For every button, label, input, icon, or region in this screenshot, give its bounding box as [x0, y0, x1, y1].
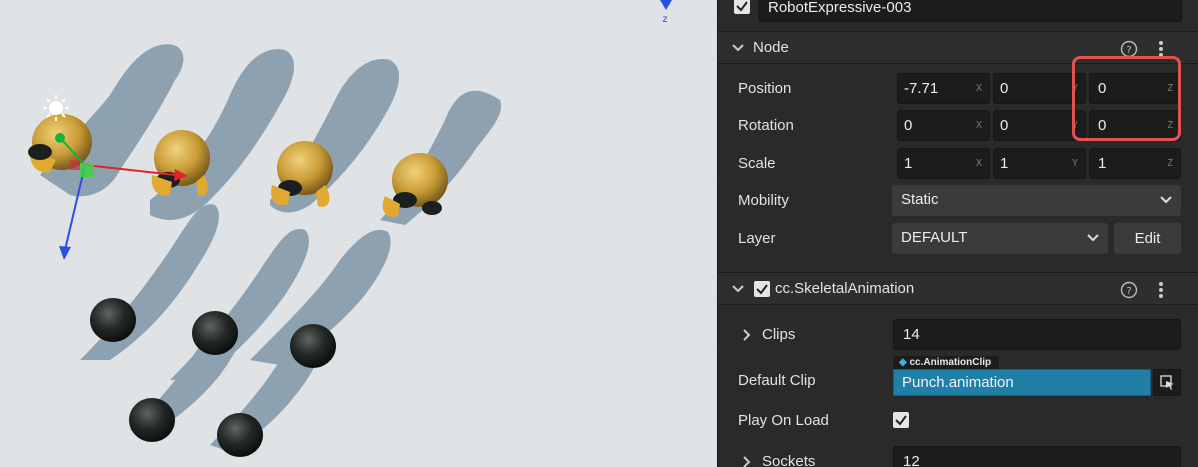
asset-locate-button[interactable] — [1153, 369, 1181, 396]
skeletal-animation-section-header[interactable]: cc.SkeletalAnimation ? — [718, 272, 1198, 305]
clips-row: Clips 14 — [718, 319, 1198, 350]
default-clip-asset-field[interactable]: Punch.animation — [893, 369, 1151, 396]
default-clip-row: ◆ cc.AnimationClip Default Clip Punch.an… — [718, 356, 1198, 398]
help-icon[interactable]: ? — [1120, 281, 1138, 299]
mobility-label: Mobility — [738, 192, 789, 209]
layer-select[interactable]: DEFAULT — [892, 223, 1108, 254]
layer-value: DEFAULT — [901, 229, 968, 246]
layer-edit-button[interactable]: Edit — [1114, 223, 1181, 254]
inspector-panel: RobotExpressive-003 Node ? Position -7.7… — [717, 0, 1198, 467]
scale-row: Scale 1X 1Y 1Z — [718, 148, 1198, 179]
chevron-down-icon — [1087, 234, 1099, 242]
clips-label: Clips — [762, 326, 796, 343]
mobility-value: Static — [901, 191, 939, 208]
scene-canvas[interactable]: z — [0, 0, 717, 467]
scale-y-input[interactable]: 1Y — [993, 148, 1086, 179]
rotation-label: Rotation — [738, 117, 794, 134]
default-clip-label: Default Clip — [738, 372, 816, 389]
chevron-down-icon[interactable] — [732, 43, 744, 53]
chevron-right-icon[interactable] — [742, 456, 752, 467]
clips-count-input[interactable]: 14 — [893, 319, 1181, 350]
play-on-load-row: Play On Load — [718, 405, 1198, 436]
mobility-select[interactable]: Static — [892, 185, 1181, 216]
chevron-right-icon[interactable] — [742, 329, 752, 341]
annotation-highlight-box — [1072, 56, 1181, 141]
scale-x-input[interactable]: 1X — [897, 148, 990, 179]
skeletal-animation-title: cc.SkeletalAnimation — [775, 280, 915, 297]
asset-diamond-icon: ◆ — [899, 357, 907, 368]
skeletal-animation-enabled-checkbox[interactable] — [754, 281, 770, 297]
svg-text:?: ? — [1126, 45, 1131, 56]
node-section-title: Node — [753, 39, 789, 56]
layer-label: Layer — [738, 230, 776, 247]
sockets-row: Sockets 12 — [718, 446, 1198, 467]
asset-type-tag: ◆ cc.AnimationClip — [893, 356, 1000, 370]
play-on-load-checkbox[interactable] — [893, 412, 909, 428]
scale-label: Scale — [738, 155, 776, 172]
mobility-row: Mobility Static — [718, 185, 1198, 216]
scale-z-input[interactable]: 1Z — [1089, 148, 1181, 179]
scene-viewport[interactable]: z — [0, 0, 717, 467]
chevron-down-icon — [1160, 196, 1172, 204]
play-on-load-label: Play On Load — [738, 412, 829, 429]
node-enabled-checkbox[interactable] — [734, 0, 750, 14]
sockets-count-input[interactable]: 12 — [893, 446, 1181, 467]
cursor-select-icon — [1160, 375, 1174, 390]
sockets-label: Sockets — [762, 453, 816, 467]
node-header: RobotExpressive-003 — [718, 0, 1198, 28]
chevron-down-icon[interactable] — [732, 284, 744, 294]
rotation-x-input[interactable]: 0X — [897, 110, 990, 141]
more-vertical-icon[interactable] — [1158, 281, 1164, 299]
node-name-input[interactable]: RobotExpressive-003 — [758, 0, 1182, 22]
layer-row: Layer DEFAULT Edit — [718, 223, 1198, 254]
svg-text:?: ? — [1126, 286, 1131, 297]
position-x-input[interactable]: -7.71 X — [897, 73, 990, 104]
position-label: Position — [738, 80, 792, 97]
svg-text:z: z — [662, 14, 668, 25]
